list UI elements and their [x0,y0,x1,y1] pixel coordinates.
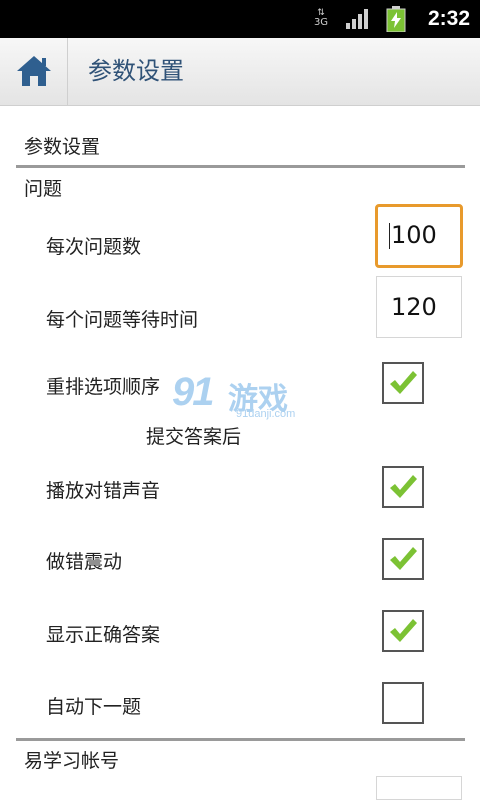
settings-section-title: 参数设置 [24,136,101,158]
clock: 2:32 [428,7,471,30]
watermark-url: 91danji.com [236,408,296,420]
show-answer-label: 显示正确答案 [46,624,161,646]
checkmark-icon [390,547,417,570]
vibrate-label: 做错震动 [46,551,123,573]
show-answer-checkbox[interactable] [382,610,424,652]
wait-time-label: 每个问题等待时间 [46,309,199,331]
wait-time-value: 120 [391,293,437,321]
checkmark-icon [390,475,417,498]
per-count-input[interactable]: 100 [375,204,463,268]
network-type: 3G [313,17,329,28]
per-count-value: 100 [391,221,437,249]
text-caret [389,223,390,249]
status-bar: ⇅ 3G 2:32 [0,0,480,38]
auto-next-label: 自动下一题 [46,696,142,718]
shuffle-checkbox[interactable] [382,362,424,404]
home-button[interactable] [0,38,68,106]
watermark-logo: 91 [172,370,214,414]
page-title: 参数设置 [88,58,184,85]
shuffle-label: 重排选项顺序 [46,376,161,398]
signal-icon [346,9,368,29]
account-section-title: 易学习帐号 [24,750,120,772]
action-bar: 参数设置 [0,38,480,106]
per-count-label: 每次问题数 [46,236,142,258]
wait-time-input[interactable]: 120 [376,276,462,338]
watermark: 91 游戏 91danji.com [172,370,312,426]
sound-checkbox[interactable] [382,466,424,508]
after-submit-label: 提交答案后 [146,426,242,448]
section-divider [16,165,465,168]
section-divider [16,738,465,741]
vibrate-checkbox[interactable] [382,538,424,580]
sound-label: 播放对错声音 [46,480,161,502]
home-icon [17,56,51,86]
account-input[interactable] [376,776,462,800]
checkmark-icon [390,371,417,394]
battery-charging-icon [386,6,406,32]
network-indicator: ⇅ 3G [312,8,330,30]
auto-next-checkbox[interactable] [382,682,424,724]
checkmark-icon [390,619,417,642]
question-section-title: 问题 [24,178,63,200]
